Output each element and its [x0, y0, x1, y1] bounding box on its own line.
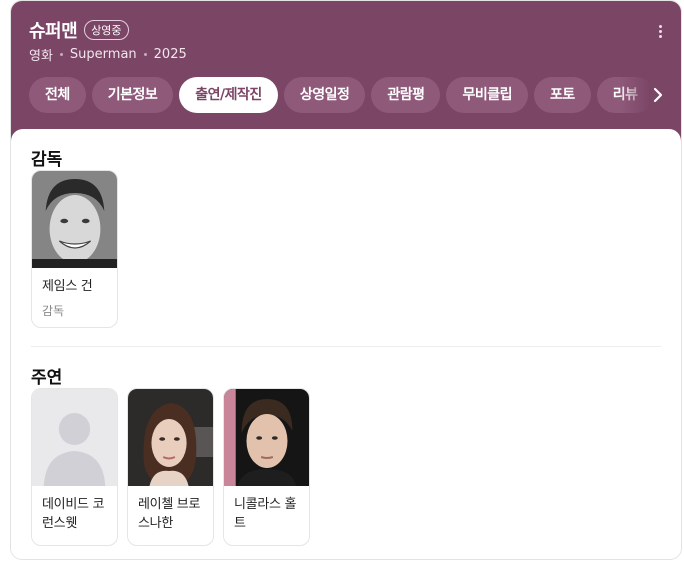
director-role: 감독 — [42, 304, 65, 318]
movie-header: 슈퍼맨 상영중 영화 Superman 2025 전체 기본정보 출연/제작진 … — [11, 1, 681, 141]
chevron-right-icon[interactable] — [651, 87, 665, 103]
section-divider — [31, 346, 661, 347]
movie-info-card: 슈퍼맨 상영중 영화 Superman 2025 전체 기본정보 출연/제작진 … — [10, 0, 682, 560]
tab-cast-crew[interactable]: 출연/제작진 — [179, 77, 278, 113]
cast-name-3: 니콜라스 홀트 — [234, 497, 297, 531]
tab-photos[interactable]: 포토 — [534, 77, 591, 113]
meta-original-title: Superman — [69, 47, 137, 62]
tab-fade — [619, 77, 651, 113]
meta-year: 2025 — [153, 47, 187, 62]
cast-photo-3 — [224, 389, 309, 486]
tab-all[interactable]: 전체 — [29, 77, 86, 113]
tab-bar: 전체 기본정보 출연/제작진 상영일정 관람평 무비클립 포토 리뷰 — [29, 77, 649, 113]
cast-name-2: 레이첼 브로스나한 — [138, 497, 201, 531]
more-vertical-icon[interactable] — [659, 25, 663, 41]
title-row: 슈퍼맨 상영중 — [29, 17, 129, 43]
status-badge: 상영중 — [84, 20, 129, 40]
meta-category: 영화 — [29, 49, 53, 64]
director-photo — [32, 171, 117, 268]
cast-photo-2 — [128, 389, 213, 486]
cast-name-1: 데이비드 코런스웻 — [42, 497, 105, 531]
person-card-cast-3[interactable]: 니콜라스 홀트 — [223, 388, 310, 546]
person-card-director[interactable]: 제임스 건 감독 — [31, 170, 118, 328]
director-name: 제임스 건 — [42, 279, 93, 294]
avatar-placeholder-icon — [32, 389, 117, 486]
tab-movie-clips[interactable]: 무비클립 — [446, 77, 529, 113]
movie-title[interactable]: 슈퍼맨 — [29, 17, 78, 43]
movie-meta: 영화 Superman 2025 — [29, 45, 187, 64]
director-section-title: 감독 — [31, 150, 63, 170]
meta-separator — [59, 53, 63, 56]
tab-ratings[interactable]: 관람평 — [371, 77, 441, 113]
meta-separator — [143, 53, 147, 56]
tab-schedule[interactable]: 상영일정 — [283, 77, 366, 113]
cast-crew-panel: 감독 제임스 건 감독 주연 데이비드 코런스웻 레이첼 브로스나한 니콜라스 … — [11, 129, 681, 559]
cast-section-title: 주연 — [31, 368, 63, 388]
person-card-cast-1[interactable]: 데이비드 코런스웻 — [31, 388, 118, 546]
tab-basic-info[interactable]: 기본정보 — [91, 77, 174, 113]
person-card-cast-2[interactable]: 레이첼 브로스나한 — [127, 388, 214, 546]
